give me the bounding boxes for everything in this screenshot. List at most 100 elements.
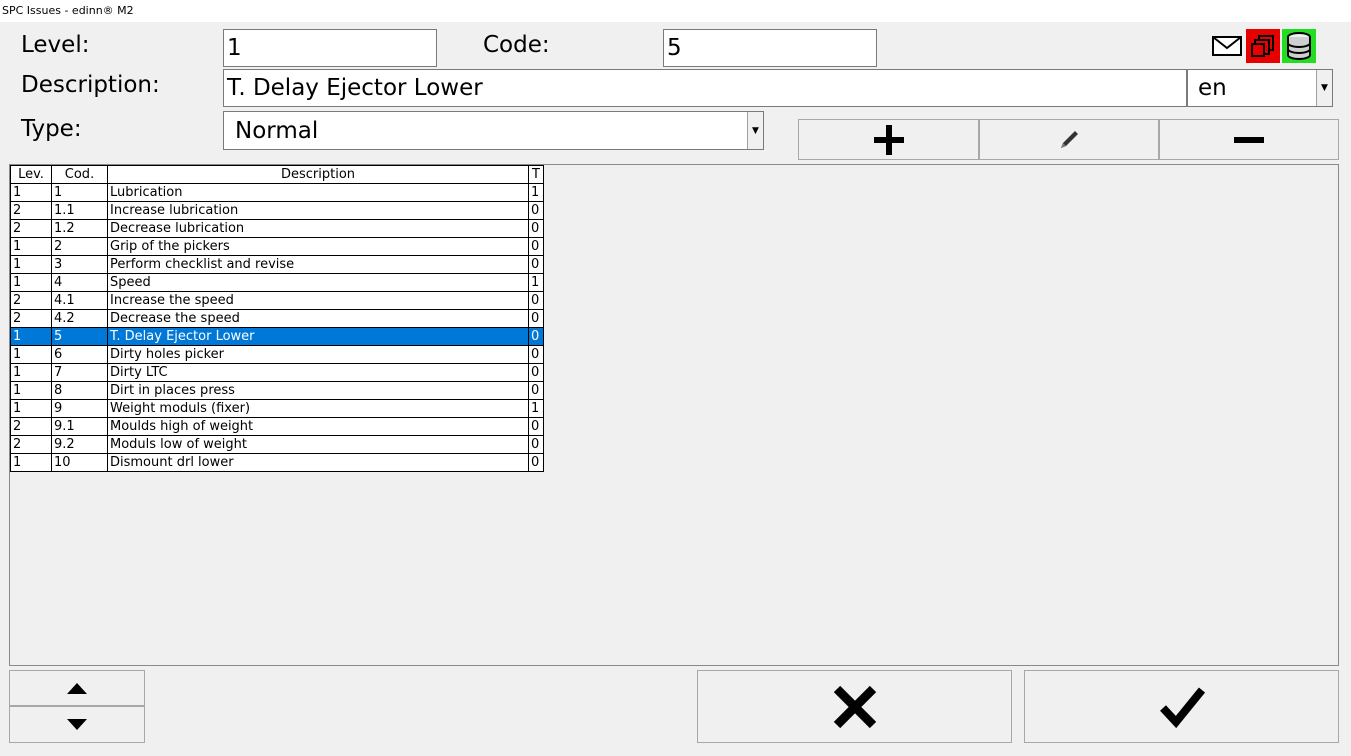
plus-icon [873, 124, 904, 155]
windows-icon [1251, 35, 1274, 57]
cell-level: 1 [10, 345, 52, 364]
cell-type: 0 [528, 291, 544, 310]
cell-level: 1 [10, 363, 52, 382]
cell-type: 0 [528, 201, 544, 220]
cell-type: 0 [528, 255, 544, 274]
table-row[interactable]: 1 2 Grip of the pickers 0 [10, 237, 544, 256]
cell-code: 4 [51, 273, 108, 292]
database-icon [1287, 32, 1311, 60]
cancel-button[interactable] [697, 670, 1012, 743]
cell-level: 2 [10, 435, 52, 454]
check-icon [1159, 686, 1205, 728]
cell-description: Increase the speed [107, 291, 529, 310]
table-row[interactable]: 1 7 Dirty LTC 0 [10, 363, 544, 382]
table-row[interactable]: 2 1.1 Increase lubrication 0 [10, 201, 544, 220]
header-type[interactable]: T [528, 165, 544, 184]
cell-code: 1 [51, 183, 108, 202]
cell-description: Dirty holes picker [107, 345, 529, 364]
add-button[interactable] [798, 119, 979, 160]
table-row[interactable]: 1 5 T. Delay Ejector Lower 0 [10, 327, 544, 346]
cell-description: Lubrication [107, 183, 529, 202]
cell-type: 1 [528, 183, 544, 202]
cell-level: 1 [10, 273, 52, 292]
type-value: Normal [235, 117, 319, 144]
cell-type: 0 [528, 219, 544, 238]
cell-description: Moulds high of weight [107, 417, 529, 436]
cell-code: 4.1 [51, 291, 108, 310]
database-button[interactable] [1282, 29, 1316, 63]
chevron-down-icon[interactable]: ▼ [1316, 70, 1332, 106]
minus-icon [1234, 136, 1264, 143]
window-title: SPC Issues - edinn® M2 [0, 0, 1351, 22]
cell-level: 2 [10, 201, 52, 220]
level-input[interactable]: 1 [223, 29, 437, 67]
cell-code: 8 [51, 381, 108, 400]
cell-type: 0 [528, 327, 544, 346]
description-input[interactable]: T. Delay Ejector Lower [223, 69, 1187, 107]
table-row[interactable]: 1 9 Weight moduls (fixer) 1 [10, 399, 544, 418]
table-row[interactable]: 1 4 Speed 1 [10, 273, 544, 292]
x-icon [833, 685, 876, 728]
windows-button[interactable] [1246, 29, 1280, 63]
cell-description: Perform checklist and revise [107, 255, 529, 274]
edit-button[interactable] [979, 119, 1159, 160]
cell-level: 1 [10, 183, 52, 202]
cell-description: Decrease lubrication [107, 219, 529, 238]
table-row[interactable]: 2 4.1 Increase the speed 0 [10, 291, 544, 310]
header-code[interactable]: Cod. [51, 165, 108, 184]
cell-level: 1 [10, 381, 52, 400]
table-row[interactable]: 2 4.2 Decrease the speed 0 [10, 309, 544, 328]
cell-type: 0 [528, 381, 544, 400]
table-row[interactable]: 2 1.2 Decrease lubrication 0 [10, 219, 544, 238]
chevron-down-icon[interactable]: ▼ [747, 112, 763, 149]
cell-type: 0 [528, 435, 544, 454]
move-up-button[interactable] [9, 670, 145, 706]
cell-type: 0 [528, 363, 544, 382]
cell-code: 9.1 [51, 417, 108, 436]
language-select[interactable]: en ▼ [1187, 69, 1333, 107]
level-label: Level: [21, 32, 90, 58]
move-down-button[interactable] [9, 706, 145, 743]
cell-level: 2 [10, 417, 52, 436]
table-row[interactable]: 1 6 Dirty holes picker 0 [10, 345, 544, 364]
description-label: Description: [21, 72, 160, 98]
cell-code: 1.2 [51, 219, 108, 238]
table-row[interactable]: 2 9.2 Moduls low of weight 0 [10, 435, 544, 454]
cell-level: 1 [10, 453, 52, 472]
cell-description: Grip of the pickers [107, 237, 529, 256]
table-row[interactable]: 1 1 Lubrication 1 [10, 183, 544, 202]
cell-type: 0 [528, 237, 544, 256]
table-row[interactable]: 1 8 Dirt in places press 0 [10, 381, 544, 400]
cell-level: 1 [10, 399, 52, 418]
language-value: en [1198, 75, 1227, 101]
cell-code: 5 [51, 327, 108, 346]
cell-level: 2 [10, 291, 52, 310]
type-label: Type: [21, 116, 82, 142]
cell-code: 6 [51, 345, 108, 364]
cell-description: Dirty LTC [107, 363, 529, 382]
table-row[interactable]: 1 10 Dismount drl lower 0 [10, 453, 544, 472]
cell-level: 2 [10, 219, 52, 238]
confirm-button[interactable] [1024, 670, 1339, 743]
cell-type: 0 [528, 345, 544, 364]
type-select[interactable]: Normal ▼ [223, 111, 764, 150]
remove-button[interactable] [1159, 119, 1339, 160]
triangle-down-icon [67, 718, 87, 730]
cell-level: 1 [10, 327, 52, 346]
cell-description: Speed [107, 273, 529, 292]
table-row[interactable]: 1 3 Perform checklist and revise 0 [10, 255, 544, 274]
cell-type: 0 [528, 453, 544, 472]
cell-description: Weight moduls (fixer) [107, 399, 529, 418]
cell-description: Dirt in places press [107, 381, 529, 400]
cell-level: 1 [10, 255, 52, 274]
table-header-row: Lev. Cod. Description T [10, 165, 544, 184]
mail-button[interactable] [1210, 29, 1244, 63]
triangle-up-icon [67, 683, 87, 694]
cell-level: 2 [10, 309, 52, 328]
table-row[interactable]: 2 9.1 Moulds high of weight 0 [10, 417, 544, 436]
header-level[interactable]: Lev. [10, 165, 52, 184]
cell-code: 2 [51, 237, 108, 256]
header-description[interactable]: Description [107, 165, 529, 184]
code-label: Code: [483, 32, 550, 58]
code-input[interactable]: 5 [663, 29, 877, 67]
